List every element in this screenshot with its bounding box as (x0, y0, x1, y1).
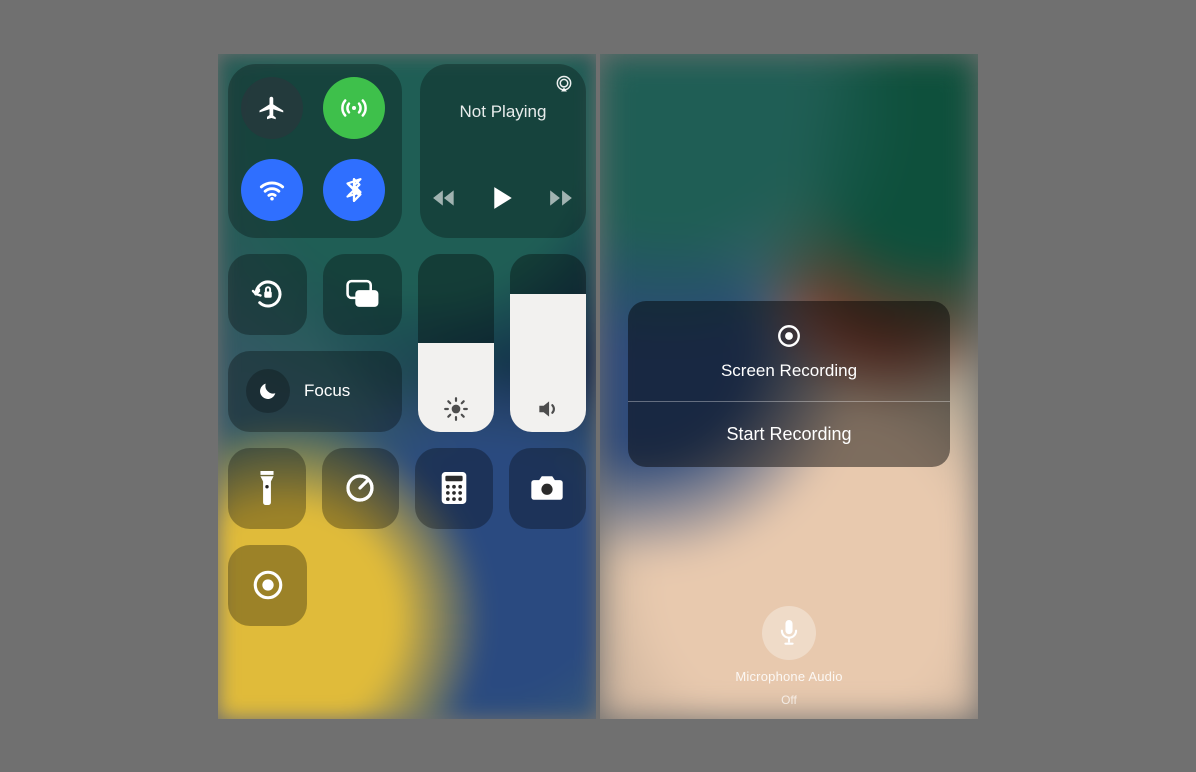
rewind-icon (432, 188, 458, 208)
flashlight-icon (257, 471, 277, 505)
orientation-lock-icon (250, 276, 286, 312)
record-icon (776, 323, 802, 349)
orientation-lock-toggle[interactable] (228, 254, 307, 335)
control-center-screenshot: Not Playing (218, 54, 596, 719)
airplane-icon (257, 93, 287, 123)
play-button[interactable] (492, 186, 514, 210)
timer-button[interactable] (322, 448, 400, 529)
rewind-button[interactable] (432, 188, 458, 208)
focus-label: Focus (304, 381, 350, 401)
camera-icon (530, 474, 564, 502)
wifi-icon (257, 175, 287, 205)
airplay-icon[interactable] (554, 74, 574, 94)
volume-icon (510, 396, 586, 422)
media-controls (432, 186, 574, 226)
forward-button[interactable] (548, 188, 574, 208)
brightness-slider[interactable] (418, 254, 494, 432)
control-center: Not Playing (218, 54, 596, 719)
screenshots-pair: Not Playing (218, 54, 978, 719)
screen-record-button[interactable] (228, 545, 307, 626)
bluetooth-toggle[interactable] (323, 159, 385, 221)
bluetooth-icon (341, 177, 367, 203)
screen-recording-sheet: Screen Recording Start Recording (628, 301, 950, 467)
connectivity-panel[interactable] (228, 64, 402, 238)
volume-slider[interactable] (510, 254, 586, 432)
microphone-toggle[interactable] (762, 606, 816, 660)
wifi-toggle[interactable] (241, 159, 303, 221)
airplane-mode-toggle[interactable] (241, 77, 303, 139)
media-status: Not Playing (460, 102, 547, 122)
cellular-data-toggle[interactable] (323, 77, 385, 139)
moon-icon (257, 380, 279, 402)
screen-mirroring-button[interactable] (323, 254, 402, 335)
cellular-icon (339, 93, 369, 123)
brightness-icon (418, 396, 494, 422)
screen-mirroring-icon (345, 278, 381, 310)
sheet-title: Screen Recording (721, 361, 857, 381)
calculator-icon (441, 472, 467, 504)
camera-button[interactable] (509, 448, 587, 529)
screen-recording-screenshot: Screen Recording Start Recording Microph… (600, 54, 978, 719)
microphone-block: Microphone Audio Off (600, 606, 978, 707)
timer-icon (344, 472, 376, 504)
flashlight-button[interactable] (228, 448, 306, 529)
sheet-header: Screen Recording (628, 301, 950, 401)
microphone-icon (778, 620, 800, 646)
record-icon (251, 568, 285, 602)
start-recording-button[interactable]: Start Recording (628, 402, 950, 467)
moon-icon-wrap (246, 369, 290, 413)
forward-icon (548, 188, 574, 208)
microphone-state: Off (781, 693, 797, 707)
media-panel[interactable]: Not Playing (420, 64, 586, 238)
focus-toggle[interactable]: Focus (228, 351, 402, 432)
play-icon (492, 186, 514, 210)
microphone-label: Microphone Audio (735, 669, 842, 684)
calculator-button[interactable] (415, 448, 493, 529)
